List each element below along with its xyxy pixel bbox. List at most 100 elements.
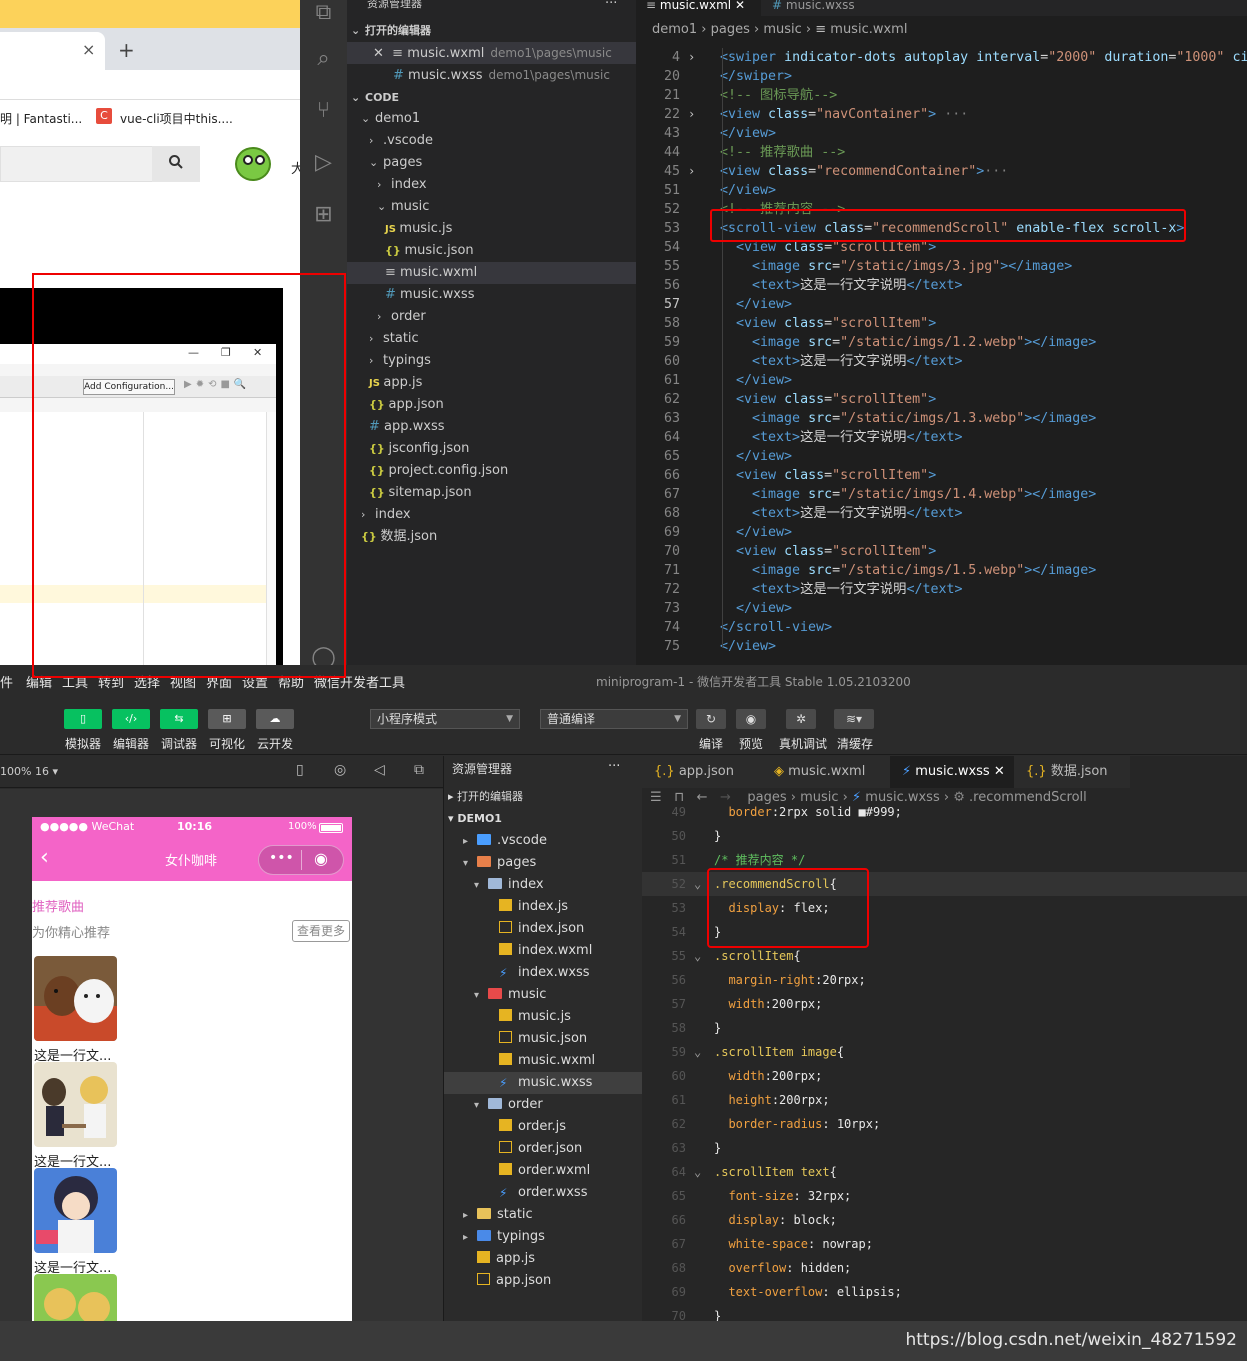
file-item[interactable]: {} sitemap.json bbox=[347, 482, 636, 504]
code-line[interactable]: 60 width:200rpx; bbox=[642, 1064, 1247, 1088]
file-item[interactable]: # app.wxss bbox=[347, 416, 636, 438]
editor-tab[interactable]: {.} app.json bbox=[642, 756, 762, 788]
fold-icon[interactable]: ⌄ bbox=[694, 944, 701, 968]
code-line[interactable]: 56 margin-right:20rpx; bbox=[642, 968, 1247, 992]
breadcrumb-item[interactable]: music bbox=[763, 22, 801, 37]
menu-item[interactable]: 件 bbox=[0, 672, 13, 691]
close-icon[interactable]: ✕ bbox=[990, 764, 1005, 779]
folder-item[interactable]: ⌄ pages bbox=[347, 152, 636, 174]
code-line[interactable]: 45 › <view class="recommendContainer">··· bbox=[636, 162, 1247, 181]
code-line[interactable]: 68 <text>这是一行文字说明</text> bbox=[636, 504, 1247, 523]
code-line[interactable]: 63} bbox=[642, 1136, 1247, 1160]
fold-icon[interactable]: › bbox=[688, 105, 695, 124]
file-item[interactable]: ⚡ music.wxss bbox=[444, 1072, 643, 1094]
file-item[interactable]: ≡ music.wxml bbox=[347, 262, 636, 284]
tab-music-wxml[interactable]: ≡ music.wxml ✕ bbox=[636, 0, 761, 16]
code-line[interactable]: 66 display: block; bbox=[642, 1208, 1247, 1232]
code-line[interactable]: 58} bbox=[642, 1016, 1247, 1040]
song-cover-image[interactable] bbox=[34, 1274, 117, 1322]
file-item[interactable]: app.js bbox=[444, 1248, 643, 1270]
editor-tab[interactable]: ⚡ music.wxss ✕ bbox=[890, 756, 1014, 788]
code-line[interactable]: 59 <image src="/static/imgs/1.2.webp"></… bbox=[636, 333, 1247, 352]
compile-select[interactable]: 普通编译 ▼ bbox=[540, 709, 688, 729]
fold-icon[interactable]: › bbox=[688, 162, 695, 181]
editor-toggle-icon[interactable]: ‹/› bbox=[112, 709, 150, 729]
file-item[interactable]: JS app.js bbox=[347, 372, 636, 394]
search-icon[interactable]: ⌕ bbox=[300, 46, 347, 71]
close-miniprogram-icon[interactable]: ◉ bbox=[314, 849, 328, 868]
file-item[interactable]: {} jsconfig.json bbox=[347, 438, 636, 460]
code-line[interactable]: 61 </view> bbox=[636, 371, 1247, 390]
breadcrumb-item[interactable]: demo1 bbox=[652, 22, 697, 37]
open-editors-header[interactable]: ⌄ 打开的编辑器 bbox=[351, 20, 431, 42]
close-icon[interactable]: ✕ bbox=[735, 0, 745, 12]
sound-icon[interactable]: ◁ bbox=[374, 762, 385, 778]
code-line[interactable]: 60 <text>这是一行文字说明</text> bbox=[636, 352, 1247, 371]
close-tab-icon[interactable]: × bbox=[82, 40, 95, 59]
mode-select[interactable]: 小程序模式 ▼ bbox=[370, 709, 520, 729]
source-control-icon[interactable]: ⑂ bbox=[300, 98, 347, 123]
tab-music-wxss[interactable]: # music.wxss bbox=[762, 0, 882, 16]
fold-icon[interactable]: ⌄ bbox=[694, 872, 701, 896]
code-line[interactable]: 73 </view> bbox=[636, 599, 1247, 618]
code-line[interactable]: 72 <text>这是一行文字说明</text> bbox=[636, 580, 1247, 599]
code-line[interactable]: 58 <view class="scrollItem"> bbox=[636, 314, 1247, 333]
code-line[interactable]: 21 <!-- 图标导航--> bbox=[636, 86, 1247, 105]
song-cover-image[interactable] bbox=[34, 1168, 117, 1253]
open-editors-header[interactable]: ▸ 打开的编辑器 bbox=[448, 786, 523, 808]
code-line[interactable]: 56 <text>这是一行文字说明</text> bbox=[636, 276, 1247, 295]
simulator-toggle-icon[interactable]: ▯ bbox=[64, 709, 102, 729]
code-line[interactable]: 68 overflow: hidden; bbox=[642, 1256, 1247, 1280]
code-line[interactable]: 55 <image src="/static/imgs/3.jpg"></ima… bbox=[636, 257, 1247, 276]
open-editor-item[interactable]: # music.wxss demo1\pages\music bbox=[347, 64, 636, 86]
code-line[interactable]: 64 ⌄ .scrollItem text{ bbox=[642, 1160, 1247, 1184]
folder-item[interactable]: › typings bbox=[347, 350, 636, 372]
device-icon[interactable]: ▯ bbox=[296, 762, 304, 778]
code-line[interactable]: 74 </scroll-view> bbox=[636, 618, 1247, 637]
code-line[interactable]: 44 <!-- 推荐歌曲 --> bbox=[636, 143, 1247, 162]
folder-item[interactable]: › static bbox=[347, 328, 636, 350]
code-line[interactable]: 70 <view class="scrollItem"> bbox=[636, 542, 1247, 561]
explorer-icon[interactable]: ⧉ bbox=[300, 0, 347, 25]
code-line[interactable]: 22 › <view class="navContainer"> ··· bbox=[636, 105, 1247, 124]
folder-item[interactable]: ▾ index bbox=[444, 874, 643, 896]
file-item[interactable]: ⚡ order.wxss bbox=[444, 1182, 643, 1204]
file-item[interactable]: {} project.config.json bbox=[347, 460, 636, 482]
folder-item[interactable]: ▾ order bbox=[444, 1094, 643, 1116]
more-actions-icon[interactable]: ··· bbox=[605, 0, 617, 15]
code-line[interactable]: 62 border-radius: 10rpx; bbox=[642, 1112, 1247, 1136]
code-line[interactable]: 63 <image src="/static/imgs/1.3.webp"></… bbox=[636, 409, 1247, 428]
frog-avatar-icon[interactable] bbox=[235, 147, 271, 181]
folder-item[interactable]: ▾ pages bbox=[444, 852, 643, 874]
zoom-select[interactable]: 100% 16 ▾ bbox=[0, 765, 58, 778]
file-item[interactable]: JS music.js bbox=[347, 218, 636, 240]
code-line[interactable]: 43 </view> bbox=[636, 124, 1247, 143]
code-line[interactable]: 4 › <swiper indicator-dots autoplay interv… bbox=[636, 48, 1247, 67]
view-more-button[interactable]: 查看更多 bbox=[292, 920, 350, 942]
new-tab-icon[interactable]: + bbox=[118, 38, 135, 62]
back-icon[interactable]: ‹ bbox=[40, 845, 49, 870]
code-line[interactable]: 59 ⌄ .scrollItem image{ bbox=[642, 1040, 1247, 1064]
file-item[interactable]: order.json bbox=[444, 1138, 643, 1160]
file-item[interactable]: index.wxml bbox=[444, 940, 643, 962]
preview-icon[interactable]: ◉ bbox=[736, 709, 766, 729]
fold-icon[interactable]: ⌄ bbox=[694, 1040, 701, 1064]
folder-item[interactable]: ⌄ demo1 bbox=[347, 108, 636, 130]
folder-item[interactable]: ▸ typings bbox=[444, 1226, 643, 1248]
open-editor-item[interactable]: ✕ ≡ music.wxml demo1\pages\music bbox=[347, 42, 636, 64]
folder-item[interactable]: › index bbox=[347, 174, 636, 196]
address-bar[interactable] bbox=[0, 70, 300, 100]
file-item[interactable]: index.js bbox=[444, 896, 643, 918]
debugger-toggle-icon[interactable]: ⇆ bbox=[160, 709, 198, 729]
record-icon[interactable]: ◎ bbox=[334, 762, 346, 778]
clear-cache-icon[interactable]: ≋▾ bbox=[834, 709, 874, 729]
folder-item[interactable]: ▾ music bbox=[444, 984, 643, 1006]
workspace-header[interactable]: ⌄ CODE bbox=[351, 87, 399, 109]
bookmark-2[interactable]: vue-cli项目中this.... bbox=[120, 110, 233, 127]
bookmark-1[interactable]: 明 | Fantasti... bbox=[0, 110, 82, 127]
file-item[interactable]: {} 数据.json bbox=[347, 526, 636, 548]
file-item[interactable]: # music.wxss bbox=[347, 284, 636, 306]
code-line[interactable]: 71 <image src="/static/imgs/1.5.webp"></… bbox=[636, 561, 1247, 580]
code-line[interactable]: 57 width:200rpx; bbox=[642, 992, 1247, 1016]
file-item[interactable]: {} music.json bbox=[347, 240, 636, 262]
